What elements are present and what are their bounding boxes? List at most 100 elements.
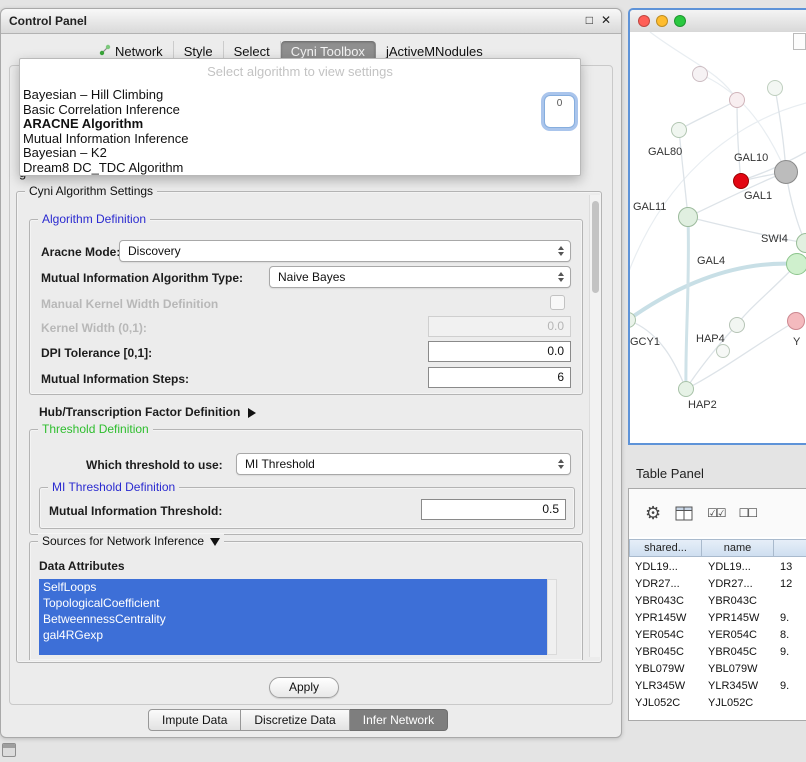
attribute-item-topologicalcoefficient[interactable]: TopologicalCoefficient (39, 595, 547, 611)
settings-scrollbar[interactable] (589, 195, 601, 657)
table-row[interactable]: YER054CYER054C8. (629, 627, 806, 644)
select-all-icon[interactable]: ☑☑ (707, 506, 725, 520)
table-row[interactable]: YJL052CYJL052C (629, 695, 806, 712)
close-icon[interactable]: ✕ (601, 13, 611, 27)
graph-node[interactable] (692, 66, 708, 82)
attribute-item-partial[interactable] (39, 643, 547, 655)
stepper-arrows-icon (558, 272, 564, 282)
bottom-tab-impute-data[interactable]: Impute Data (148, 709, 241, 731)
settings-scrollbar-thumb[interactable] (592, 201, 599, 293)
bottom-tab-discretize-data[interactable]: Discretize Data (241, 709, 349, 731)
algorithm-popup-list: Bayesian – Hill ClimbingBasic Correlatio… (20, 88, 580, 176)
column-header-1[interactable]: name (702, 539, 774, 557)
table-cell: YBL079W (702, 661, 774, 678)
graph-node[interactable] (678, 207, 698, 227)
bottom-tab-infer-network[interactable]: Infer Network (350, 709, 448, 731)
mi-steps-label: Mutual Information Steps: (41, 372, 189, 386)
minimize-traffic-light-icon[interactable] (656, 15, 668, 27)
which-threshold-select[interactable]: MI Threshold (236, 453, 571, 475)
table-row[interactable]: YDR27...YDR27...12 (629, 576, 806, 593)
window-controls: □ ✕ (586, 13, 611, 27)
graph-node[interactable] (767, 80, 783, 96)
manual-kernel-checkbox[interactable] (550, 295, 565, 310)
mi-steps-input[interactable]: 6 (428, 367, 571, 388)
attribute-item-betweennesscentrality[interactable]: BetweennessCentrality (39, 611, 547, 627)
node-label-y: Y (793, 336, 800, 348)
algorithm-definition-title: Algorithm Definition (38, 212, 150, 226)
control-panel-window: Control Panel □ ✕ NetworkStyleSelectCyni… (0, 8, 622, 738)
mini-window-icon[interactable] (2, 743, 16, 757)
column-header-0[interactable]: shared... (629, 539, 702, 557)
graph-node[interactable] (671, 122, 687, 138)
control-panel-titlebar[interactable]: Control Panel □ ✕ (1, 9, 621, 34)
node-label-gal1: GAL1 (744, 190, 772, 202)
graph-node[interactable] (733, 173, 749, 189)
network-titlebar[interactable] (630, 10, 806, 33)
gear-icon[interactable]: ⚙ (645, 504, 661, 522)
mi-threshold-input[interactable]: 0.5 (421, 499, 566, 520)
close-traffic-light-icon[interactable] (638, 15, 650, 27)
table-body: YDL19...YDL19...13YDR27...YDR27...12YBR0… (629, 559, 806, 712)
focused-spinner[interactable]: 0 (544, 95, 575, 128)
table-cell: 12 (774, 576, 806, 593)
graph-node[interactable] (729, 317, 745, 333)
data-attributes-label: Data Attributes (39, 559, 125, 573)
algorithm-option-dream8-dc-tdc-algorithm[interactable]: Dream8 DC_TDC Algorithm (20, 161, 580, 176)
table-cell: YDR27... (629, 576, 702, 593)
zoom-traffic-light-icon[interactable] (674, 15, 686, 27)
algorithm-option-basic-correlation-inference[interactable]: Basic Correlation Inference (20, 103, 580, 118)
table-row[interactable]: YBL079WYBL079W (629, 661, 806, 678)
graph-node[interactable] (786, 253, 806, 275)
aracne-mode-label: Aracne Mode: (41, 245, 120, 259)
window-title: Control Panel (9, 14, 87, 28)
graph-node[interactable] (774, 160, 798, 184)
apply-button[interactable]: Apply (269, 677, 339, 698)
tab-label: Style (184, 44, 213, 59)
table-panel-title: Table Panel (636, 466, 704, 481)
algorithm-option-mutual-information-inference[interactable]: Mutual Information Inference (20, 132, 580, 147)
columns-icon[interactable] (675, 506, 693, 521)
column-header-2[interactable] (774, 539, 806, 557)
network-canvas[interactable]: GAL80GAL10GAL11GAL1SWI4GAL4GCY1HAP4HAP2Y (630, 32, 806, 443)
float-icon[interactable]: □ (586, 13, 593, 27)
attribute-item-selfloops[interactable]: SelfLoops (39, 579, 547, 595)
attribute-item-gal4rgexp[interactable]: gal4RGexp (39, 627, 547, 643)
sources-toggle[interactable]: Sources for Network Inference (38, 534, 224, 548)
graph-node[interactable] (729, 92, 745, 108)
mi-threshold-label: Mutual Information Threshold: (49, 504, 222, 518)
table-cell: 9. (774, 678, 806, 695)
graph-node[interactable] (796, 233, 806, 253)
aracne-mode-select[interactable]: Discovery (119, 240, 571, 262)
graph-node[interactable] (678, 381, 694, 397)
tab-label: jActiveMNodules (386, 44, 483, 59)
kernel-width-input: 0.0 (428, 316, 571, 337)
table-cell: YDR27... (702, 576, 774, 593)
table-cell (774, 695, 806, 712)
algorithm-option-bayesian-hill-climbing[interactable]: Bayesian – Hill Climbing (20, 88, 580, 103)
node-label-gal11: GAL11 (633, 201, 666, 213)
mini-window-titlebar (3, 744, 15, 748)
algorithm-option-bayesian-k2[interactable]: Bayesian – K2 (20, 146, 580, 161)
table-row[interactable]: YBR043CYBR043C (629, 593, 806, 610)
table-row[interactable]: YDL19...YDL19...13 (629, 559, 806, 576)
deselect-all-icon[interactable]: ☐☐ (739, 506, 757, 520)
table-row[interactable]: YPR145WYPR145W9. (629, 610, 806, 627)
chevron-right-icon (248, 408, 256, 418)
graph-node[interactable] (787, 312, 805, 330)
attribute-list-scrollbar[interactable] (547, 579, 557, 655)
network-scrollbar-stub[interactable] (793, 33, 806, 50)
graph-node[interactable] (630, 312, 636, 328)
hub-section-toggle[interactable]: Hub/Transcription Factor Definition (39, 405, 256, 419)
table-row[interactable]: YBR045CYBR045C9. (629, 644, 806, 661)
table-cell: YBR045C (702, 644, 774, 661)
aracne-mode-value: Discovery (128, 244, 181, 258)
attribute-list[interactable]: SelfLoopsTopologicalCoefficientBetweenne… (39, 579, 547, 655)
table-row[interactable]: YLR345WYLR345W9. (629, 678, 806, 695)
stepper-arrows-icon (558, 459, 564, 469)
algorithm-option-aracne-algorithm[interactable]: ARACNE Algorithm (20, 117, 580, 132)
dpi-tolerance-input[interactable]: 0.0 (428, 341, 571, 362)
table-cell: YLR345W (702, 678, 774, 695)
graph-node[interactable] (716, 344, 730, 358)
mi-type-select[interactable]: Naive Bayes (269, 266, 571, 288)
hub-section-label: Hub/Transcription Factor Definition (39, 405, 240, 419)
